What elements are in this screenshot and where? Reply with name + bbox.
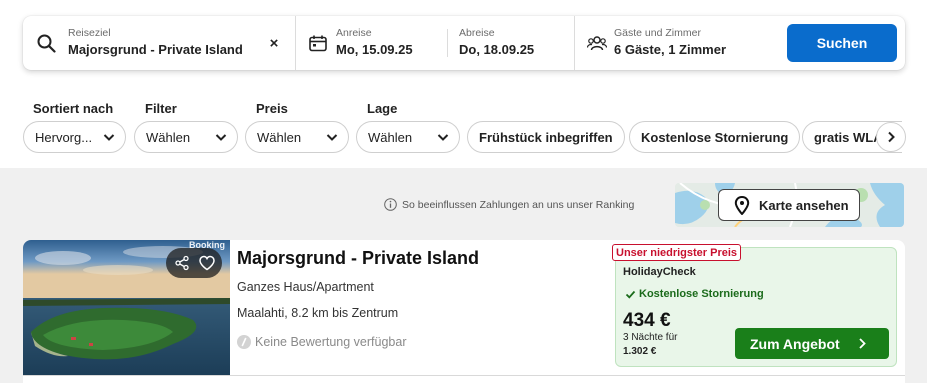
free-cancellation-text: Kostenlose Stornierung (639, 288, 764, 300)
destination-field[interactable]: Reiseziel Majorsgrund - Private Island × (23, 16, 295, 70)
offer-price: 434 € (623, 310, 671, 331)
checkin-label: Anreise (336, 27, 372, 39)
rating-text: Keine Bewertung verfügbar (255, 335, 407, 349)
filter-value: Wählen (146, 129, 191, 145)
chevron-down-icon (326, 134, 338, 141)
hotel-title[interactable]: Majorsgrund - Private Island (237, 248, 479, 269)
price-label: Preis (256, 101, 288, 116)
price-dropdown[interactable]: Wählen (245, 121, 349, 153)
divider (23, 375, 905, 376)
rating-info: Keine Bewertung verfügbar (237, 335, 406, 349)
checkout-label: Abreise (459, 27, 495, 39)
offer-nights: 3 Nächte für (623, 332, 678, 343)
view-deal-label: Zum Angebot (750, 335, 840, 352)
result-card[interactable]: Booking Majorsgrund - Private Island Gan… (23, 240, 905, 383)
search-icon (37, 34, 56, 53)
ranking-info-link[interactable]: So beeinflussen Zahlungen an uns unser R… (384, 198, 634, 211)
chip-free-cancellation[interactable]: Kostenlose Stornierung (629, 121, 801, 153)
heart-icon[interactable] (198, 254, 216, 272)
sort-dropdown[interactable]: Hervorg... (23, 121, 126, 153)
offer-total: 1.302 € (623, 346, 657, 357)
search-bar: Reiseziel Majorsgrund - Private Island ×… (23, 16, 905, 70)
price-value: Wählen (257, 129, 302, 145)
scroll-right-button[interactable] (876, 122, 906, 152)
location-label: Lage (367, 101, 398, 116)
map-pin-icon (734, 196, 750, 215)
calendar-icon (309, 35, 327, 52)
guests-label: Gäste und Zimmer (614, 27, 701, 39)
checkout-value: Do, 18.09.25 (459, 42, 535, 57)
location-dropdown[interactable]: Wählen (356, 121, 460, 153)
chevron-down-icon (215, 134, 227, 141)
lowest-price-badge: Unser niedrigster Preis (612, 244, 742, 261)
show-map-button[interactable]: Karte ansehen (718, 189, 860, 221)
show-map-label: Karte ansehen (759, 197, 849, 213)
check-icon (625, 290, 636, 299)
hotel-location: Maalahti, 8.2 km bis Zentrum (237, 306, 399, 320)
photo-actions (166, 248, 222, 278)
destination-value: Majorsgrund - Private Island (68, 42, 243, 57)
property-type: Ganzes Haus/Apartment (237, 280, 374, 294)
checkin-value: Mo, 15.09.25 (336, 42, 413, 57)
guests-icon (587, 36, 607, 51)
chevron-down-icon (437, 134, 449, 141)
chevron-down-icon (103, 134, 115, 141)
free-cancellation: Kostenlose Stornierung (625, 288, 764, 300)
checkout-field[interactable]: Abreise Do, 18.09.25 (448, 16, 574, 70)
chevron-right-icon (888, 131, 895, 143)
location-value: Wählen (368, 129, 413, 145)
guests-field[interactable]: Gäste und Zimmer 6 Gäste, 1 Zimmer (575, 16, 775, 70)
chevron-right-icon (859, 338, 866, 349)
checkin-field[interactable]: Anreise Mo, 15.09.25 (296, 16, 447, 70)
filter-label: Filter (145, 101, 177, 116)
view-deal-button[interactable]: Zum Angebot (735, 328, 889, 359)
guests-value: 6 Gäste, 1 Zimmer (614, 42, 726, 57)
ranking-note: So beeinflussen Zahlungen an uns unser R… (402, 198, 635, 211)
share-icon[interactable] (174, 255, 190, 271)
sort-value: Hervorg... (35, 129, 93, 145)
chip-breakfast[interactable]: Frühstück inbegriffen (467, 121, 625, 153)
hotel-photo[interactable]: Booking (23, 240, 230, 375)
filter-dropdown[interactable]: Wählen (134, 121, 238, 153)
no-rating-icon (237, 335, 251, 349)
sort-label: Sortiert nach (33, 101, 114, 116)
offer-provider: HolidayCheck (623, 266, 696, 278)
destination-label: Reiseziel (68, 27, 111, 39)
info-icon (384, 198, 397, 211)
search-button[interactable]: Suchen (787, 24, 897, 62)
clear-icon[interactable]: × (265, 34, 283, 52)
